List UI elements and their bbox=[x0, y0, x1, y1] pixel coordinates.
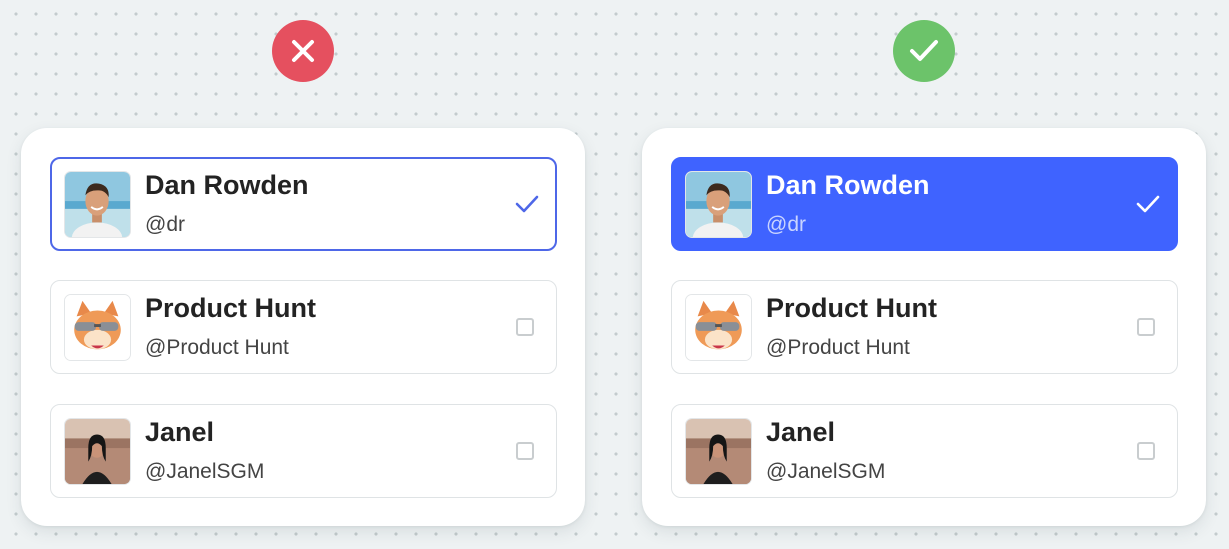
avatar-dan-rowden bbox=[685, 171, 752, 238]
incorrect-example-card: Dan Rowden @dr Product Hunt @Product Hun… bbox=[21, 128, 585, 526]
checkbox[interactable] bbox=[516, 318, 534, 336]
checkbox[interactable] bbox=[516, 442, 534, 460]
incorrect-example-badge bbox=[272, 20, 334, 82]
account-option-dan-rowden[interactable]: Dan Rowden @dr bbox=[671, 157, 1178, 251]
avatar-product-hunt-cat bbox=[64, 294, 131, 361]
checkmark-icon bbox=[1136, 195, 1160, 213]
checkmark-icon bbox=[910, 40, 938, 61]
avatar-janel bbox=[685, 418, 752, 485]
checkmark-icon bbox=[515, 195, 539, 213]
avatar-product-hunt-cat bbox=[685, 294, 752, 361]
account-option-janel[interactable]: Janel @JanelSGM bbox=[50, 404, 557, 498]
account-option-product-hunt[interactable]: Product Hunt @Product Hunt bbox=[50, 280, 557, 374]
avatar-dan-rowden bbox=[64, 171, 131, 238]
account-handle: @dr bbox=[766, 213, 806, 236]
account-handle: @Product Hunt bbox=[145, 336, 289, 359]
account-handle: @JanelSGM bbox=[766, 460, 886, 483]
correct-example-card: Dan Rowden @dr Product Hunt @Product Hun… bbox=[642, 128, 1206, 526]
account-name: Product Hunt bbox=[766, 293, 937, 323]
account-option-janel[interactable]: Janel @JanelSGM bbox=[671, 404, 1178, 498]
account-handle: @dr bbox=[145, 213, 185, 236]
account-name: Dan Rowden bbox=[145, 170, 309, 200]
checkbox[interactable] bbox=[1137, 318, 1155, 336]
avatar-janel bbox=[64, 418, 131, 485]
correct-example-badge bbox=[893, 20, 955, 82]
account-handle: @JanelSGM bbox=[145, 460, 265, 483]
account-handle: @Product Hunt bbox=[766, 336, 910, 359]
account-name: Dan Rowden bbox=[766, 170, 930, 200]
checkbox[interactable] bbox=[1137, 442, 1155, 460]
account-name: Janel bbox=[145, 417, 215, 447]
account-name: Product Hunt bbox=[145, 293, 316, 323]
account-option-product-hunt[interactable]: Product Hunt @Product Hunt bbox=[671, 280, 1178, 374]
account-option-dan-rowden[interactable]: Dan Rowden @dr bbox=[50, 157, 557, 251]
x-icon bbox=[292, 40, 314, 62]
account-name: Janel bbox=[766, 417, 836, 447]
